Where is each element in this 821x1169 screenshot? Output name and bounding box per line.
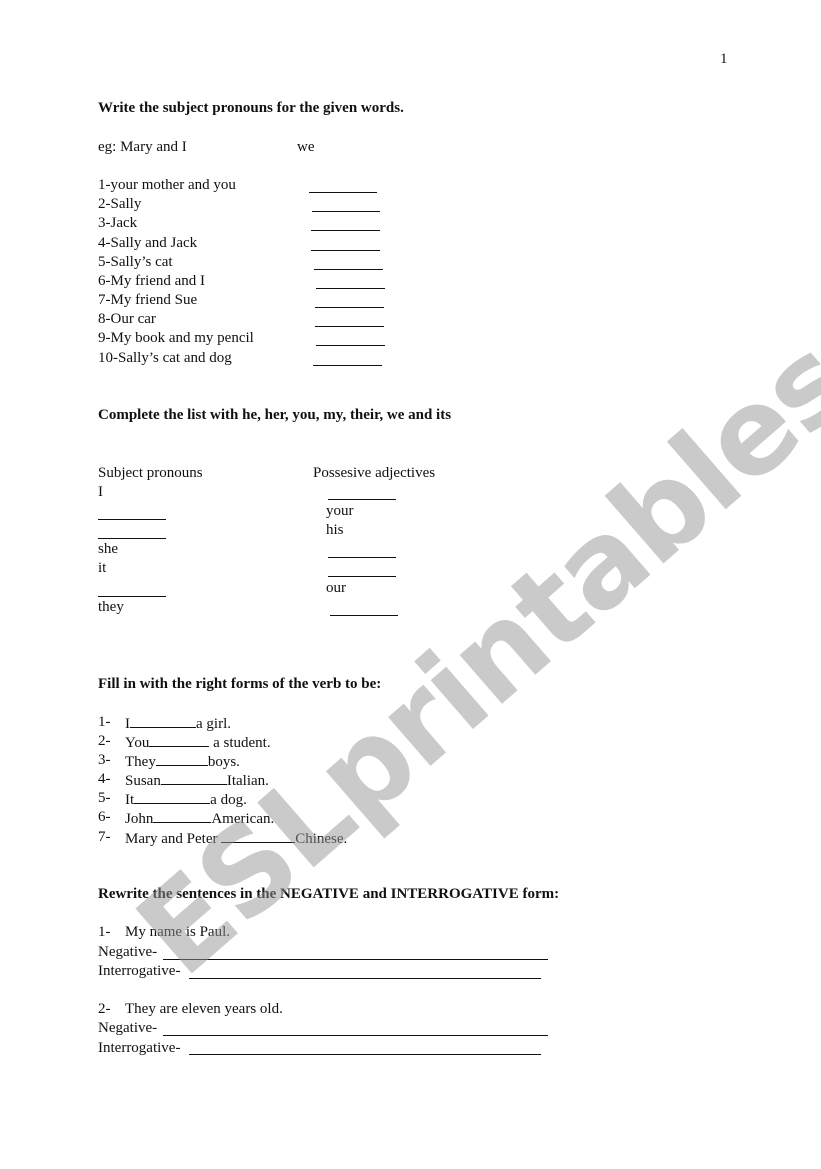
item-number: 5- <box>98 790 111 806</box>
pronoun-item: they <box>98 599 124 615</box>
item-text-after: Italian. <box>226 773 269 789</box>
section1-title: Write the subject pronouns for the given… <box>98 100 404 116</box>
answer-blank[interactable] <box>134 789 211 804</box>
answer-blank[interactable] <box>149 732 210 747</box>
item-number: 4- <box>98 771 111 787</box>
answer-blank[interactable] <box>315 307 384 308</box>
item-sentence: My name is Paul. <box>125 924 230 940</box>
list-item: 7- Mary and Peter Chinese. <box>98 828 347 847</box>
answer-blank[interactable] <box>160 770 227 785</box>
answer-blank[interactable] <box>311 230 380 231</box>
pronoun-item: it <box>98 560 107 576</box>
item-text-before: John <box>125 811 154 827</box>
example-answer: we <box>297 139 315 155</box>
answer-blank[interactable] <box>98 596 166 597</box>
list-item: 5- It a dog. <box>98 789 247 808</box>
example-label: eg: Mary and I <box>98 139 187 155</box>
worksheet-page: 1 Write the subject pronouns for the giv… <box>0 0 821 1169</box>
list-item: 2- You a student. <box>98 732 271 751</box>
possessive-adjectives-header: Possesive adjectives <box>313 465 436 481</box>
answer-blank[interactable] <box>328 499 396 500</box>
answer-blank[interactable] <box>328 557 396 558</box>
answer-blank[interactable] <box>316 345 385 346</box>
item-text-before: You <box>125 735 150 751</box>
negative-answer-line[interactable] <box>163 1035 548 1036</box>
item-number: 1- <box>98 714 111 730</box>
section3-title: Fill in with the right forms of the verb… <box>98 676 382 692</box>
answer-blank[interactable] <box>312 211 380 212</box>
answer-blank[interactable] <box>313 365 382 366</box>
item-text-before: They <box>125 754 156 770</box>
negative-answer-line[interactable] <box>163 959 548 960</box>
answer-blank[interactable] <box>153 808 212 823</box>
list-item: 3-Jack <box>98 215 138 231</box>
item-text-before: Susan <box>125 773 161 789</box>
interrogative-answer-line[interactable] <box>189 1054 541 1055</box>
list-item: 10-Sally’s cat and dog <box>98 350 232 366</box>
item-number: 7- <box>98 829 111 845</box>
page-number: 1 <box>720 51 728 67</box>
section2-title: Complete the list with he, her, you, my,… <box>98 407 452 423</box>
list-item: 7-My friend Sue <box>98 292 198 308</box>
list-item: 4- Susan Italian. <box>98 770 269 789</box>
item-text-after: American. <box>211 811 275 827</box>
answer-blank[interactable] <box>316 288 385 289</box>
item-text-after: a student. <box>209 735 271 751</box>
item-number: 2- <box>98 733 111 749</box>
negative-label: Negative- <box>98 944 158 960</box>
interrogative-answer-line[interactable] <box>189 978 541 979</box>
answer-blank[interactable] <box>314 269 383 270</box>
answer-blank[interactable] <box>328 576 396 577</box>
answer-blank[interactable] <box>98 519 166 520</box>
answer-blank[interactable] <box>130 713 196 728</box>
interrogative-label: Interrogative- <box>98 963 181 979</box>
item-text-after: boys. <box>207 754 240 770</box>
list-item: 4-Sally and Jack <box>98 235 198 251</box>
item-text-after: a dog. <box>210 792 247 808</box>
item-text-after: Chinese. <box>295 831 348 847</box>
list-item: 2-Sally <box>98 196 142 212</box>
answer-blank[interactable] <box>311 250 380 251</box>
item-number: 6- <box>98 809 111 825</box>
answer-blank[interactable] <box>98 538 166 539</box>
pronoun-item: I <box>98 484 103 500</box>
adjective-item: his <box>326 522 344 538</box>
answer-blank[interactable] <box>315 326 384 327</box>
list-item: 1- Ia girl. <box>98 713 231 732</box>
item-text-before: It <box>125 792 135 808</box>
list-item: 5-Sally’s cat <box>98 254 173 270</box>
item-number: 2- <box>98 1001 111 1017</box>
item-number: 3- <box>98 752 111 768</box>
list-item: 9-My book and my pencil <box>98 330 254 346</box>
list-item: 6- John American. <box>98 808 274 827</box>
list-item: 6-My friend and I <box>98 273 206 289</box>
list-item: 1-your mother and you <box>98 177 236 193</box>
interrogative-label: Interrogative- <box>98 1040 181 1056</box>
answer-blank[interactable] <box>221 828 296 843</box>
pronoun-item: she <box>98 541 118 557</box>
item-text-before: Mary and Peter <box>125 831 222 847</box>
section4-title: Rewrite the sentences in the NEGATIVE an… <box>98 886 560 902</box>
item-number: 1- <box>98 924 111 940</box>
adjective-item: our <box>326 580 346 596</box>
subject-pronouns-header: Subject pronouns <box>98 465 203 481</box>
list-item: 3- They boys. <box>98 751 240 770</box>
adjective-item: your <box>326 503 354 519</box>
item-text-after: a girl. <box>196 716 231 732</box>
list-item: 8-Our car <box>98 311 156 327</box>
answer-blank[interactable] <box>330 615 398 616</box>
answer-blank[interactable] <box>155 751 208 766</box>
negative-label: Negative- <box>98 1020 158 1036</box>
item-sentence: They are eleven years old. <box>125 1001 283 1017</box>
answer-blank[interactable] <box>309 192 377 193</box>
